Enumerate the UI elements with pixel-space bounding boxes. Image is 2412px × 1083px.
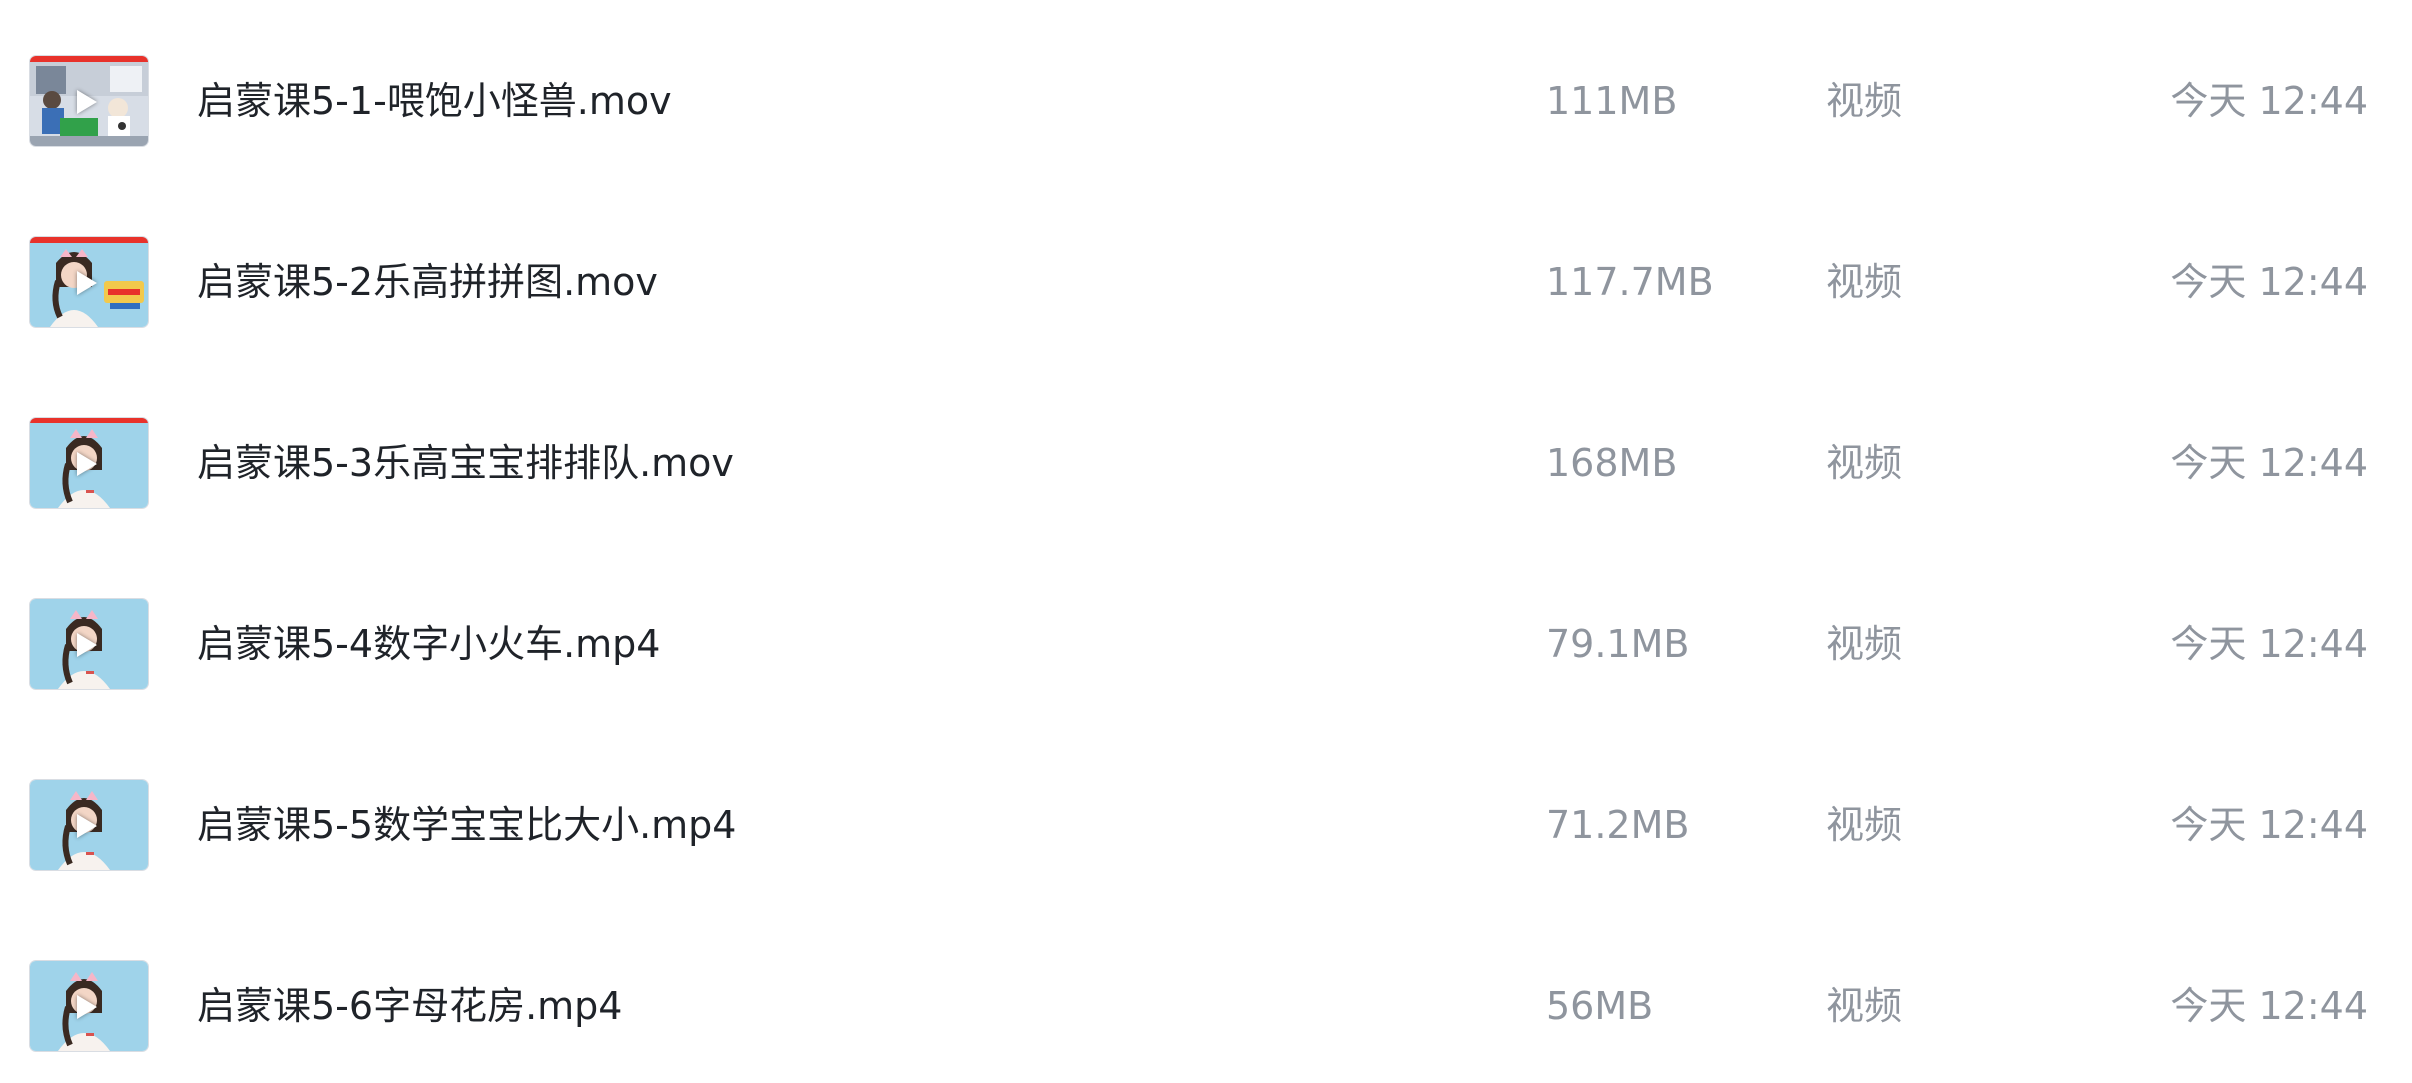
play-icon	[77, 452, 97, 476]
file-modified-time: 今天 12:44	[2170, 79, 2368, 123]
file-size: 168MB	[1546, 441, 1678, 485]
video-thumbnail[interactable]	[30, 961, 148, 1051]
file-type: 视频	[1826, 622, 1903, 666]
file-type: 视频	[1826, 984, 1903, 1028]
file-modified-time: 今天 12:44	[2170, 441, 2368, 485]
file-size: 79.1MB	[1546, 622, 1690, 666]
file-name[interactable]: 启蒙课5-4数字小火车.mp4	[197, 621, 660, 667]
play-icon	[77, 271, 97, 295]
file-name[interactable]: 启蒙课5-2乐高拼拼图.mov	[197, 259, 658, 305]
play-icon	[77, 90, 97, 114]
file-row[interactable]: 启蒙课5-6字母花房.mp4 56MB 视频 今天 12:44	[0, 933, 2412, 1083]
file-modified-time: 今天 12:44	[2170, 260, 2368, 304]
file-size: 71.2MB	[1546, 803, 1690, 847]
file-size: 111MB	[1546, 79, 1678, 123]
file-modified-time: 今天 12:44	[2170, 622, 2368, 666]
file-modified-time: 今天 12:44	[2170, 803, 2368, 847]
file-modified-time: 今天 12:44	[2170, 984, 2368, 1028]
file-size: 117.7MB	[1546, 260, 1714, 304]
play-icon	[77, 814, 97, 838]
video-thumbnail[interactable]	[30, 599, 148, 689]
play-icon	[77, 995, 97, 1019]
file-name[interactable]: 启蒙课5-5数学宝宝比大小.mp4	[197, 802, 736, 848]
video-thumbnail[interactable]	[30, 56, 148, 146]
file-type: 视频	[1826, 441, 1903, 485]
video-thumbnail[interactable]	[30, 780, 148, 870]
file-row[interactable]: 启蒙课5-3乐高宝宝排排队.mov 168MB 视频 今天 12:44	[0, 390, 2412, 540]
play-icon	[77, 633, 97, 657]
file-name[interactable]: 启蒙课5-6字母花房.mp4	[197, 983, 622, 1029]
file-row[interactable]: 启蒙课5-4数字小火车.mp4 79.1MB 视频 今天 12:44	[0, 571, 2412, 721]
video-thumbnail[interactable]	[30, 237, 148, 327]
file-name[interactable]: 启蒙课5-1-喂饱小怪兽.mov	[197, 78, 672, 124]
file-type: 视频	[1826, 79, 1903, 123]
file-size: 56MB	[1546, 984, 1654, 1028]
file-row[interactable]: 启蒙课5-1-喂饱小怪兽.mov 111MB 视频 今天 12:44	[0, 28, 2412, 178]
file-type: 视频	[1826, 803, 1903, 847]
file-name[interactable]: 启蒙课5-3乐高宝宝排排队.mov	[197, 440, 734, 486]
video-thumbnail[interactable]	[30, 418, 148, 508]
file-list: 启蒙课5-1-喂饱小怪兽.mov 111MB 视频 今天 12:44 启蒙课5-…	[0, 0, 2412, 1065]
file-type: 视频	[1826, 260, 1903, 304]
file-row[interactable]: 启蒙课5-5数学宝宝比大小.mp4 71.2MB 视频 今天 12:44	[0, 752, 2412, 902]
file-row[interactable]: 启蒙课5-2乐高拼拼图.mov 117.7MB 视频 今天 12:44	[0, 209, 2412, 359]
